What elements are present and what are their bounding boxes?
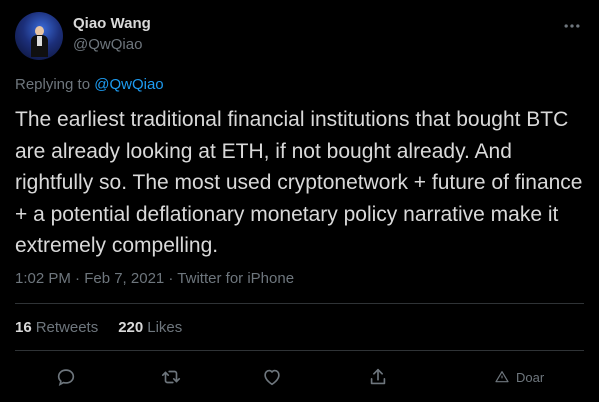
extension-label: Doar (516, 369, 545, 385)
divider (15, 350, 584, 351)
tweet-stats: 16 Retweets 220 Likes (15, 319, 182, 336)
share-button[interactable] (367, 364, 389, 390)
replying-prefix: Replying to (15, 76, 95, 93)
share-icon (370, 368, 386, 385)
tweet-card: Qiao Wang @QwQiao Replying to @QwQiao Th… (0, 0, 599, 402)
divider (15, 303, 584, 304)
tweet-meta[interactable]: 1:02 PM · Feb 7, 2021 · Twitter for iPho… (15, 270, 294, 287)
retweets-count: 16 (15, 319, 32, 336)
avatar-figure (31, 26, 48, 57)
comment-icon (57, 369, 75, 386)
likes-count: 220 (118, 319, 144, 336)
retweet-icon (161, 370, 181, 384)
retweet-button[interactable] (160, 364, 182, 390)
likes-stat[interactable]: 220 Likes (118, 319, 182, 336)
heart-icon (264, 369, 280, 386)
extension-button[interactable]: Doar (494, 364, 544, 390)
reply-button[interactable] (55, 364, 77, 390)
retweets-stat[interactable]: 16 Retweets (15, 319, 98, 336)
likes-label: Likes (147, 319, 183, 336)
tweet-text: The earliest traditional financial insti… (15, 108, 583, 257)
retweets-label: Retweets (35, 319, 99, 336)
tweet-actions: Doar (0, 362, 599, 392)
more-options-icon[interactable] (560, 14, 584, 38)
triangle-icon (495, 371, 509, 383)
author-handle[interactable]: @QwQiao (73, 36, 142, 53)
author-name[interactable]: Qiao Wang (73, 15, 151, 32)
avatar[interactable] (15, 12, 63, 60)
like-button[interactable] (261, 364, 283, 390)
replying-mention-link[interactable]: @QwQiao (94, 76, 163, 93)
replying-to: Replying to @QwQiao (15, 76, 164, 93)
